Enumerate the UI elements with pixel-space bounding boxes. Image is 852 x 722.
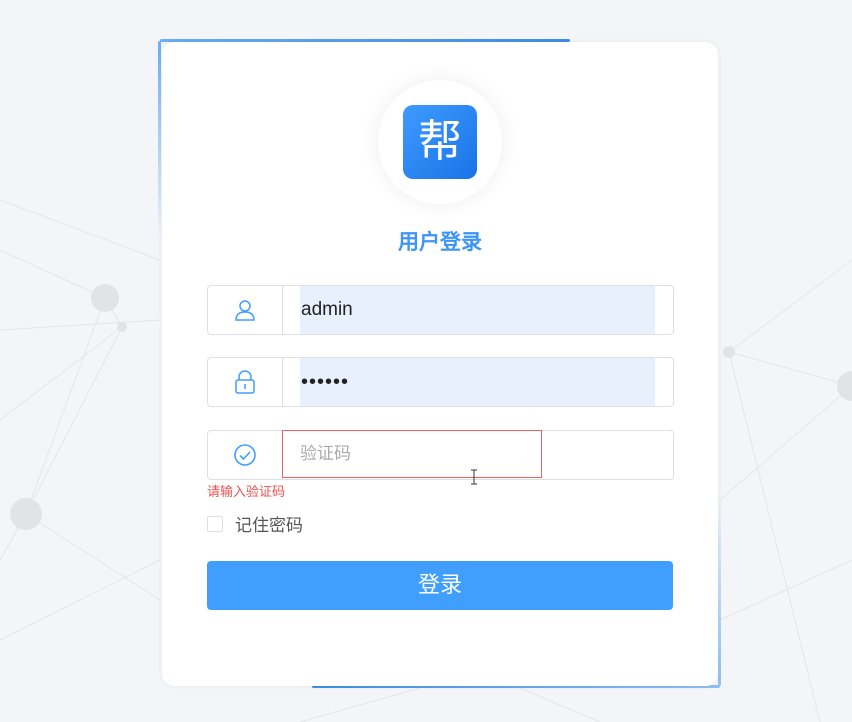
check-circle-icon [208, 431, 283, 479]
remember-password[interactable]: 记住密码 [207, 511, 303, 536]
user-icon [208, 286, 283, 334]
captcha-error-message: 请输入验证码 [207, 485, 286, 500]
page-title: 用户登录 [398, 230, 482, 254]
login-button[interactable]: 登录 [207, 561, 673, 610]
remember-checkbox[interactable] [207, 515, 223, 532]
remember-label: 记住密码 [235, 516, 303, 536]
captcha-input[interactable]: 验证码 [282, 430, 542, 478]
card-accent-left [158, 41, 161, 241]
lock-icon [208, 358, 283, 406]
password-input[interactable]: •••••• [300, 358, 655, 406]
password-field: •••••• [207, 357, 674, 407]
username-input[interactable]: admin [300, 286, 655, 334]
username-field: admin [207, 285, 674, 335]
text-cursor-icon [471, 469, 477, 485]
card-accent-right [718, 490, 721, 686]
app-logo: 帮 [403, 105, 477, 179]
